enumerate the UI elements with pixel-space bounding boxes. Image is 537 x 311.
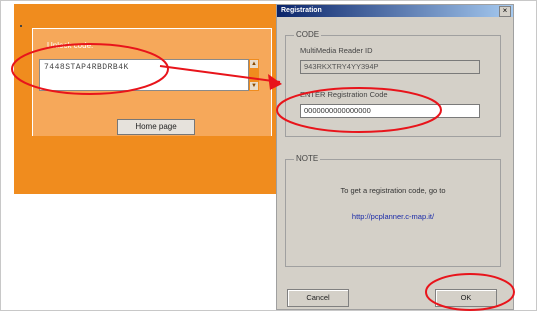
registration-code-highlight [276, 87, 442, 133]
annotation-arrow [159, 65, 281, 83]
unlock-code-highlight [11, 43, 169, 95]
ok-button-highlight [425, 273, 515, 311]
annotation-overlay [11, 43, 515, 311]
